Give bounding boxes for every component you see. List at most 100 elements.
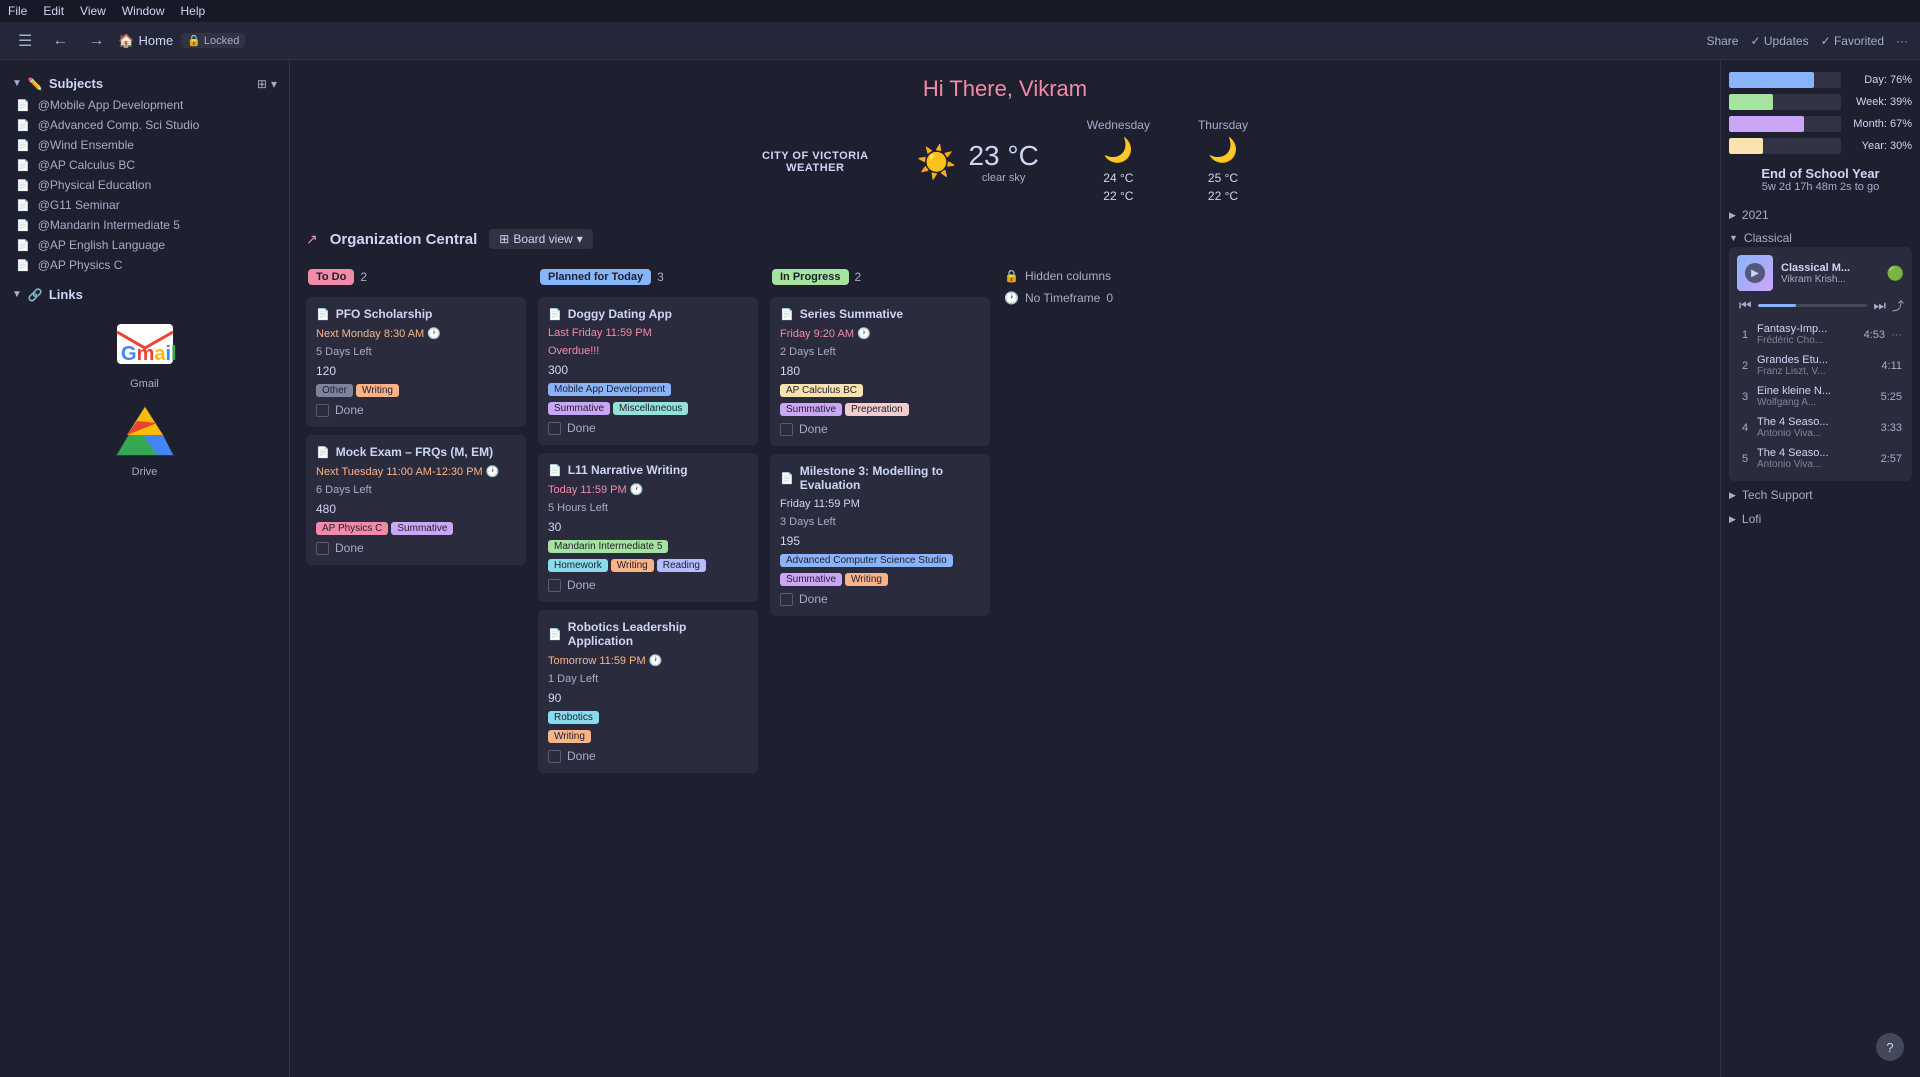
forward-button[interactable]: →: [82, 30, 110, 52]
card-l11-narrative[interactable]: 📄 L11 Narrative Writing Today 11:59 PM 🕐…: [538, 453, 758, 602]
music-player: ▶ Classical M... Vikram Krish... 🟢 ⏮: [1729, 247, 1912, 481]
sidebar-item-mandarin[interactable]: 📄 @Mandarin Intermediate 5: [0, 215, 289, 235]
sidebar-item-phys-ed[interactable]: 📄 @Physical Education: [0, 175, 289, 195]
sidebar-item-wind-ensemble[interactable]: 📄 @Wind Ensemble: [0, 135, 289, 155]
previous-button[interactable]: ⏮: [1737, 297, 1754, 314]
music-group-tech-support[interactable]: ▶ Tech Support: [1729, 485, 1912, 505]
done-checkbox[interactable]: [316, 404, 329, 417]
add-subject-icon[interactable]: ⊞: [257, 77, 267, 91]
menu-edit[interactable]: Edit: [43, 4, 64, 18]
menu-file[interactable]: File: [8, 4, 27, 18]
music-group-lofi[interactable]: ▶ Lofi: [1729, 509, 1912, 529]
card-done[interactable]: Done: [780, 592, 980, 606]
track-more-icon[interactable]: ···: [1891, 329, 1902, 341]
track-item-5[interactable]: 5 The 4 Seaso... Antonio Viva... 2:57: [1737, 444, 1904, 473]
gmail-label[interactable]: Gmail: [130, 378, 159, 390]
card-days: 6 Days Left: [316, 484, 516, 496]
help-button[interactable]: ?: [1876, 1033, 1904, 1061]
tag-other: Other: [316, 384, 353, 397]
eosy-subtitle: 5w 2d 17h 48m 2s to go: [1729, 181, 1912, 193]
home-icon: 🏠: [118, 33, 134, 49]
sidebar-item-ap-english[interactable]: 📄 @AP English Language: [0, 235, 289, 255]
card-done[interactable]: Done: [548, 749, 748, 763]
sidebar-item-label: @Wind Ensemble: [38, 138, 134, 152]
tag-reading: Reading: [657, 559, 706, 572]
track-num: 5: [1739, 453, 1751, 465]
doc-icon: 📄: [780, 472, 794, 485]
done-checkbox[interactable]: [316, 542, 329, 555]
next-button[interactable]: ⏭: [1871, 297, 1888, 314]
track-item-4[interactable]: 4 The 4 Seaso... Antonio Viva... 3:33: [1737, 413, 1904, 442]
card-milestone3[interactable]: 📄 Milestone 3: Modelling to Evaluation F…: [770, 454, 990, 616]
card-date: Tomorrow 11:59 PM 🕐: [548, 654, 748, 667]
doc-icon: 📄: [16, 99, 30, 112]
home-label[interactable]: Home: [139, 33, 174, 48]
card-done[interactable]: Done: [316, 403, 516, 417]
track-info: Grandes Etu... Franz Liszt, V...: [1757, 354, 1875, 377]
sidebar-item-label: @G11 Seminar: [38, 198, 120, 212]
music-progress-bar[interactable]: [1758, 304, 1868, 307]
menu-window[interactable]: Window: [122, 4, 165, 18]
subjects-header[interactable]: ▼ ✏️ Subjects ⊞ ▾: [0, 72, 289, 95]
todo-badge: To Do: [308, 269, 354, 285]
back-button[interactable]: ←: [46, 30, 74, 52]
doc-icon: 📄: [780, 308, 794, 321]
card-points: 480: [316, 502, 516, 516]
share-button[interactable]: Share: [1706, 34, 1738, 48]
card-series-summative[interactable]: 📄 Series Summative Friday 9:20 AM 🕐 2 Da…: [770, 297, 990, 446]
sidebar-item-ap-physics[interactable]: 📄 @AP Physics C: [0, 255, 289, 275]
done-checkbox[interactable]: [548, 422, 561, 435]
sidebar-item-mobile-app[interactable]: 📄 @Mobile App Development: [0, 95, 289, 115]
month-progress-fill: [1729, 116, 1804, 132]
card-doggy-dating[interactable]: 📄 Doggy Dating App Last Friday 11:59 PM …: [538, 297, 758, 445]
music-group-2021[interactable]: ▶ 2021: [1729, 205, 1912, 225]
inprogress-badge: In Progress: [772, 269, 849, 285]
card-done[interactable]: Done: [548, 421, 748, 435]
card-done[interactable]: Done: [780, 422, 980, 436]
drive-label[interactable]: Drive: [132, 466, 158, 478]
done-checkbox[interactable]: [780, 593, 793, 606]
card-points: 180: [780, 364, 980, 378]
sidebar-toggle-button[interactable]: ☰: [12, 29, 38, 53]
expand-icon[interactable]: ↗: [306, 231, 318, 248]
card-done[interactable]: Done: [316, 541, 516, 555]
done-checkbox[interactable]: [548, 750, 561, 763]
card-tags: Robotics: [548, 711, 748, 724]
track-item-1[interactable]: 1 Fantasy-Imp... Frédéric Cho... 4:53 ··…: [1737, 320, 1904, 349]
track-item-2[interactable]: 2 Grandes Etu... Franz Liszt, V... 4:11: [1737, 351, 1904, 380]
card-pfo-scholarship[interactable]: 📄 PFO Scholarship Next Monday 8:30 AM 🕐 …: [306, 297, 526, 427]
links-header[interactable]: ▼ 🔗 Links: [0, 283, 289, 306]
music-title: Classical M...: [1781, 262, 1879, 274]
updates-button[interactable]: ✓ Updates: [1750, 34, 1808, 48]
card-done[interactable]: Done: [548, 578, 748, 592]
no-timeframe-label[interactable]: 🕐 No Timeframe 0: [1002, 287, 1142, 309]
play-overlay[interactable]: ▶: [1737, 255, 1773, 291]
done-checkbox[interactable]: [780, 423, 793, 436]
more-button[interactable]: ···: [1896, 34, 1908, 48]
share-icon[interactable]: ⤴: [1892, 297, 1904, 314]
sidebar-item-g11-seminar[interactable]: 📄 @G11 Seminar: [0, 195, 289, 215]
progress-fill: [1758, 304, 1796, 307]
weather-section: CITY OF VICTORIA WEATHER ☀️ 23 °C clear …: [290, 110, 1720, 221]
subjects-triangle: ▼: [12, 78, 22, 89]
card-mock-exam[interactable]: 📄 Mock Exam – FRQs (M, EM) Next Tuesday …: [306, 435, 526, 565]
track-duration: 5:25: [1881, 391, 1902, 403]
hidden-col-label: 🔒 Hidden columns: [1002, 265, 1142, 287]
favorited-button[interactable]: ✓ Favorited: [1821, 34, 1884, 48]
filter-subject-icon[interactable]: ▾: [271, 77, 277, 91]
sidebar-item-ap-calculus[interactable]: 📄 @AP Calculus BC: [0, 155, 289, 175]
board-view-button[interactable]: ⊞ Board view ▾: [489, 229, 592, 249]
play-button[interactable]: ▶: [1745, 263, 1765, 283]
spotify-icon[interactable]: 🟢: [1887, 265, 1904, 282]
menu-view[interactable]: View: [80, 4, 106, 18]
done-checkbox[interactable]: [548, 579, 561, 592]
music-controls: ⏮ ⏭ ⤴: [1737, 297, 1904, 314]
menu-help[interactable]: Help: [181, 4, 206, 18]
card-robotics[interactable]: 📄 Robotics Leadership Application Tomorr…: [538, 610, 758, 773]
track-artist: Antonio Viva...: [1757, 459, 1875, 470]
track-item-3[interactable]: 3 Eine kleine N... Wolfgang A... 5:25: [1737, 382, 1904, 411]
sidebar-item-adv-cs[interactable]: 📄 @Advanced Comp. Sci Studio: [0, 115, 289, 135]
track-name: Fantasy-Imp...: [1757, 323, 1858, 335]
subjects-icons: ⊞ ▾: [257, 77, 277, 91]
classical-header[interactable]: ▼ Classical: [1729, 229, 1912, 247]
